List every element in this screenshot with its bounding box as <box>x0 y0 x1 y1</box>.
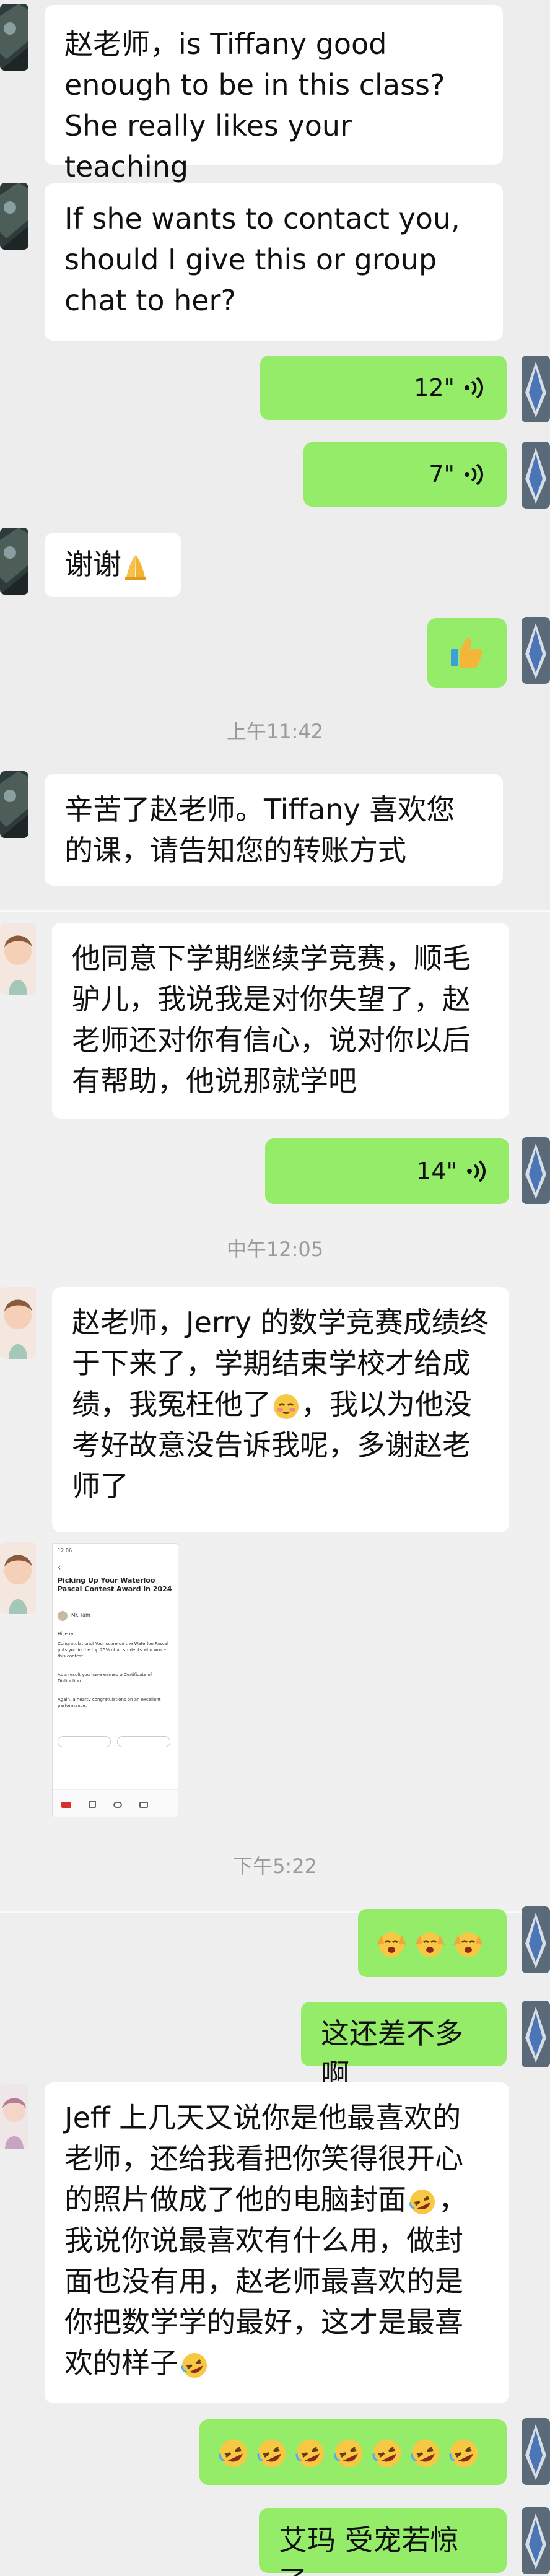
message-bubble[interactable]: If she wants to contact you, should I gi… <box>45 183 503 341</box>
message-text: 谢谢 <box>64 548 121 581</box>
sender-name: Mr. Tam <box>71 1612 90 1618</box>
rolling-laugh-emoji <box>372 2439 401 2468</box>
contact-avatar-2[interactable] <box>0 1287 36 1359</box>
contact-avatar-1[interactable] <box>0 528 28 595</box>
rolling-laugh-emoji <box>334 2439 363 2468</box>
rolling-laugh-emoji <box>409 2189 435 2214</box>
blushing-face-emoji <box>274 1394 299 1419</box>
email-body-3: As a result you have earned a Certificat… <box>58 1672 152 1683</box>
contact-avatar-1[interactable] <box>0 4 28 71</box>
my-avatar[interactable] <box>522 2507 550 2574</box>
timestamp: 中午12:05 <box>226 1238 324 1261</box>
rolling-laugh-emoji <box>449 2439 478 2468</box>
forward-button <box>117 1736 170 1747</box>
voice-wave-icon <box>465 377 483 399</box>
thumbs-up-emoji <box>451 637 482 668</box>
timestamp: 上午11:42 <box>226 720 324 743</box>
message-bubble[interactable]: 谢谢 <box>45 533 181 597</box>
voice-wave-icon <box>467 1160 486 1182</box>
rolling-laugh-emoji <box>411 2439 440 2468</box>
rolling-laugh-emoji <box>295 2439 325 2468</box>
message-text: Jeff 上几天又说你是他最喜欢的老师，还给我看把你笑得很开心的照片做成了他的电… <box>64 2101 463 2216</box>
my-avatar[interactable] <box>522 1906 550 1973</box>
message-bubble[interactable]: 辛苦了赵老师。Tiffany 喜欢您的课，请告知您的转账方式 <box>45 774 503 886</box>
rolling-laugh-emoji <box>257 2439 286 2468</box>
emoji-message-bubble[interactable] <box>358 1909 507 1977</box>
back-icon: ‹ <box>58 1563 61 1573</box>
voice-duration: 14" <box>416 1158 457 1185</box>
timestamp: 下午5:22 <box>233 1854 317 1878</box>
voice-message-bubble[interactable]: 14" <box>265 1138 509 1204</box>
cheering-face-emoji <box>453 1932 483 1957</box>
message-text: 辛苦了赵老师。Tiffany 喜欢您的课，请告知您的转账方式 <box>64 793 455 867</box>
praying-hands-emoji <box>125 554 146 580</box>
voice-message-bubble[interactable]: 12" <box>260 356 507 420</box>
message-text: 艾玛 受宠若惊了 <box>279 2523 459 2576</box>
voice-message-bubble[interactable]: 7" <box>303 442 507 507</box>
message-text: 赵老师，is Tiffany good enough to be in this… <box>64 27 445 183</box>
contact-avatar-1[interactable] <box>0 771 28 838</box>
contact-avatar-2[interactable] <box>0 923 36 995</box>
emoji-message-bubble[interactable] <box>427 618 507 688</box>
voice-duration: 12" <box>414 374 455 401</box>
contact-avatar-3[interactable] <box>0 2084 28 2149</box>
chat-icon <box>113 1802 122 1808</box>
image-message-screenshot[interactable]: 12:06 ‹ Picking Up Your Waterloo Pascal … <box>52 1543 178 1817</box>
emoji-message-bubble[interactable] <box>199 2419 507 2485</box>
status-time: 12:06 <box>58 1548 72 1553</box>
message-bubble[interactable]: 赵老师，Jerry 的数学竞赛成绩终于下来了，学期结束学校才给成绩，我冤枉他了，… <box>52 1287 509 1532</box>
my-avatar[interactable] <box>522 2418 550 2485</box>
message-text-wrap: 赵老师，Jerry 的数学竞赛成绩终于下来了，学期结束学校才给成绩，我冤枉他了，… <box>72 1302 489 1506</box>
mail-icon <box>61 1802 71 1808</box>
message-text-wrap: Jeff 上几天又说你是他最喜欢的老师，还给我看把你笑得很开心的照片做成了他的电… <box>64 2097 489 2383</box>
cheering-face-emoji <box>377 1932 406 1957</box>
rolling-laugh-emoji <box>181 2352 207 2378</box>
sender-avatar <box>58 1611 68 1621</box>
message-text: 他同意下学期继续学竞赛，顺毛驴儿，我说我是对你失望了，赵老师还对你有信心，说对你… <box>72 941 471 1098</box>
message-bubble[interactable]: 他同意下学期继续学竞赛，顺毛驴儿，我说我是对你失望了，赵老师还对你有信心，说对你… <box>52 923 509 1119</box>
message-bubble[interactable]: 艾玛 受宠若惊了 <box>259 2508 507 2576</box>
contact-avatar-1[interactable] <box>0 183 28 250</box>
message-bubble[interactable]: Jeff 上几天又说你是他最喜欢的老师，还给我看把你笑得很开心的照片做成了他的电… <box>45 2082 509 2403</box>
email-heading: Picking Up Your Waterloo Pascal Contest … <box>58 1576 172 1593</box>
email-body-4: Again, a hearty congratulations on an ex… <box>58 1697 161 1708</box>
my-avatar[interactable] <box>522 617 550 684</box>
my-avatar[interactable] <box>522 2001 550 2067</box>
my-avatar[interactable] <box>522 356 550 422</box>
my-avatar[interactable] <box>522 1137 550 1204</box>
message-text: If she wants to contact you, should I gi… <box>64 202 460 317</box>
message-bubble[interactable]: 这还差不多啊 <box>301 2002 507 2091</box>
cheering-face-emoji <box>415 1932 445 1957</box>
rolling-laugh-emoji <box>219 2439 248 2468</box>
calendar-icon <box>89 1801 96 1808</box>
message-bubble[interactable]: 赵老师，is Tiffany good enough to be in this… <box>45 5 503 183</box>
reply-button <box>58 1736 111 1747</box>
voice-wave-icon <box>465 463 483 486</box>
email-body-1: Hi Jerry, <box>58 1631 75 1636</box>
my-avatar[interactable] <box>522 442 550 509</box>
video-icon <box>139 1802 148 1808</box>
voice-duration: 7" <box>429 461 455 488</box>
email-body-2: Congratulations! Your score on the Water… <box>58 1641 168 1659</box>
contact-avatar-2[interactable] <box>0 1542 36 1614</box>
